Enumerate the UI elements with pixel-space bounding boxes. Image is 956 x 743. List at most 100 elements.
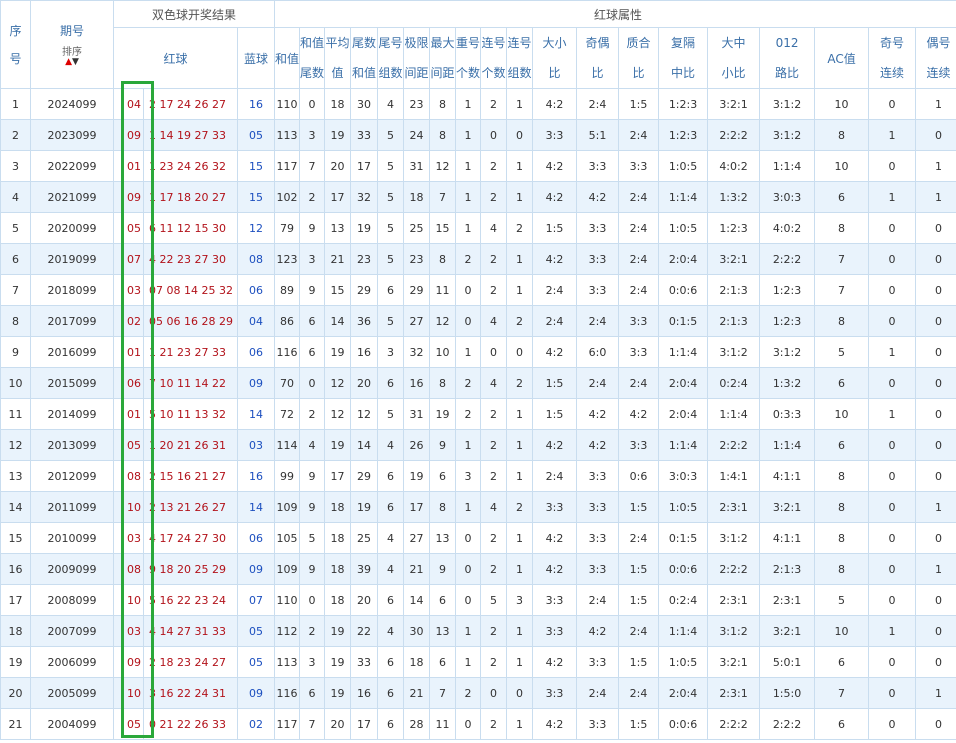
cell-r1: 05 [113,429,144,461]
cell-reds: 4 14 27 31 33 [143,615,238,647]
cell-bs: 3:3 [532,119,578,151]
cell-ts: 14 [350,429,379,461]
cell-bm: 2:2:2 [707,708,761,740]
cell-seq: 15 [0,522,31,554]
cell-pc: 2:4 [618,212,660,244]
sort-control[interactable]: 排序 ▲▼ [32,43,113,67]
cell-ts: 20 [350,367,379,399]
cell-period: 2018099 [30,274,114,306]
cell-ac: 7 [814,243,870,275]
table-row: 6 2019099 07 4 22 23 27 30 08 123 3 21 23 5 23 8 2 2 1… [0,243,956,275]
cell-r1: 07 [113,243,144,275]
header-repeat: 重号个数 [455,27,482,89]
cell-er: 0 [915,119,956,151]
cell-cg: 1 [506,553,534,585]
header-skip: 复隔中比 [658,27,709,89]
cell-er: 0 [915,429,956,461]
cell-sum: 117 [274,150,301,182]
cell-tg: 4 [377,429,405,461]
cell-cg: 1 [506,274,534,306]
cell-bs: 4:2 [532,88,578,120]
cell-rng: 23 [403,243,431,275]
cell-sum: 110 [274,584,301,616]
cell-r1: 05 [113,212,144,244]
cell-reds: 6 11 12 15 30 [143,212,238,244]
cell-mg: 12 [429,305,457,337]
cell-r1: 09 [113,646,144,678]
cell-bs: 4:2 [532,646,578,678]
cell-rep: 0 [455,274,482,306]
cell-cn: 2 [480,646,508,678]
cell-pc: 4:2 [618,398,660,430]
cell-rd: 5:0:1 [759,646,816,678]
cell-seq: 10 [0,367,31,399]
cell-pc: 2:4 [618,181,660,213]
cell-sum: 109 [274,491,301,523]
header-consec: 连号个数 [480,27,508,89]
cell-sk: 1:1:4 [658,615,709,647]
cell-ts: 39 [350,553,379,585]
cell-mg: 6 [429,460,457,492]
cell-oe: 2:4 [576,88,620,120]
cell-cg: 2 [506,491,534,523]
cell-er: 0 [915,646,956,678]
cell-bs: 3:3 [532,615,578,647]
cell-cn: 2 [480,150,508,182]
cell-cn: 0 [480,677,508,709]
cell-bm: 3:2:1 [707,88,761,120]
cell-sum: 72 [274,398,301,430]
cell-rd: 2:1:3 [759,553,816,585]
cell-reds: 4 22 23 27 30 [143,243,238,275]
sort-arrows-icon[interactable]: ▲▼ [32,58,113,67]
cell-ac: 8 [814,119,870,151]
table-header: 序号 期号 排序 ▲▼ 双色球开奖结果 红球属性 红球 蓝球 和值 和值尾数 平… [0,0,956,89]
table-row: 2 2023099 09 1 14 19 27 33 05 113 3 19 33 5 24 8 1 0 0… [0,119,956,151]
table-row: 9 2016099 01 1 21 23 27 33 06 116 6 19 16 3 32 10 1 0… [0,336,956,368]
cell-mg: 9 [429,429,457,461]
cell-ac: 7 [814,274,870,306]
cell-er: 0 [915,367,956,399]
cell-st: 6 [299,677,326,709]
cell-reds: 3 16 22 24 31 [143,677,238,709]
cell-sk: 2:0:4 [658,367,709,399]
cell-period: 2015099 [30,367,114,399]
cell-bm: 2:3:1 [707,677,761,709]
cell-rd: 3:1:2 [759,336,816,368]
cell-rd: 3:2:1 [759,491,816,523]
cell-ts: 22 [350,615,379,647]
cell-er: 1 [915,88,956,120]
cell-or: 1 [868,119,917,151]
cell-rng: 29 [403,274,431,306]
cell-ts: 29 [350,274,379,306]
cell-avg: 18 [324,522,352,554]
cell-st: 9 [299,460,326,492]
table-row: 13 2012099 08 2 15 16 21 27 16 99 9 17 29 6 19 6 3 2 1… [0,460,956,492]
cell-seq: 16 [0,553,31,585]
cell-blue: 09 [236,553,276,585]
cell-blue: 15 [236,150,276,182]
table-row: 11 2014099 01 5 10 11 13 32 14 72 2 12 12 5 31 19 2 2… [0,398,956,430]
cell-sk: 1:0:5 [658,150,709,182]
cell-period: 2006099 [30,646,114,678]
cell-bm: 1:4:1 [707,460,761,492]
cell-reds: 1 20 21 26 31 [143,429,238,461]
cell-er: 0 [915,708,956,740]
cell-ts: 17 [350,708,379,740]
cell-period: 2013099 [30,429,114,461]
cell-avg: 12 [324,367,352,399]
cell-r1: 04 [113,88,144,120]
cell-or: 1 [868,336,917,368]
cell-cn: 2 [480,243,508,275]
cell-pc: 1:5 [618,708,660,740]
cell-tg: 6 [377,367,405,399]
header-tail-group: 尾号组数 [377,27,405,89]
table-row: 17 2008099 10 5 16 22 23 24 07 110 0 18 20 6 14 6 0 5… [0,584,956,616]
cell-reds: 4 17 24 27 30 [143,522,238,554]
cell-bs: 3:3 [532,491,578,523]
cell-rd: 2:3:1 [759,584,816,616]
cell-or: 0 [868,212,917,244]
header-seq: 序号 [0,0,31,89]
cell-rd: 1:3:2 [759,367,816,399]
cell-or: 0 [868,584,917,616]
cell-pc: 2:4 [618,367,660,399]
